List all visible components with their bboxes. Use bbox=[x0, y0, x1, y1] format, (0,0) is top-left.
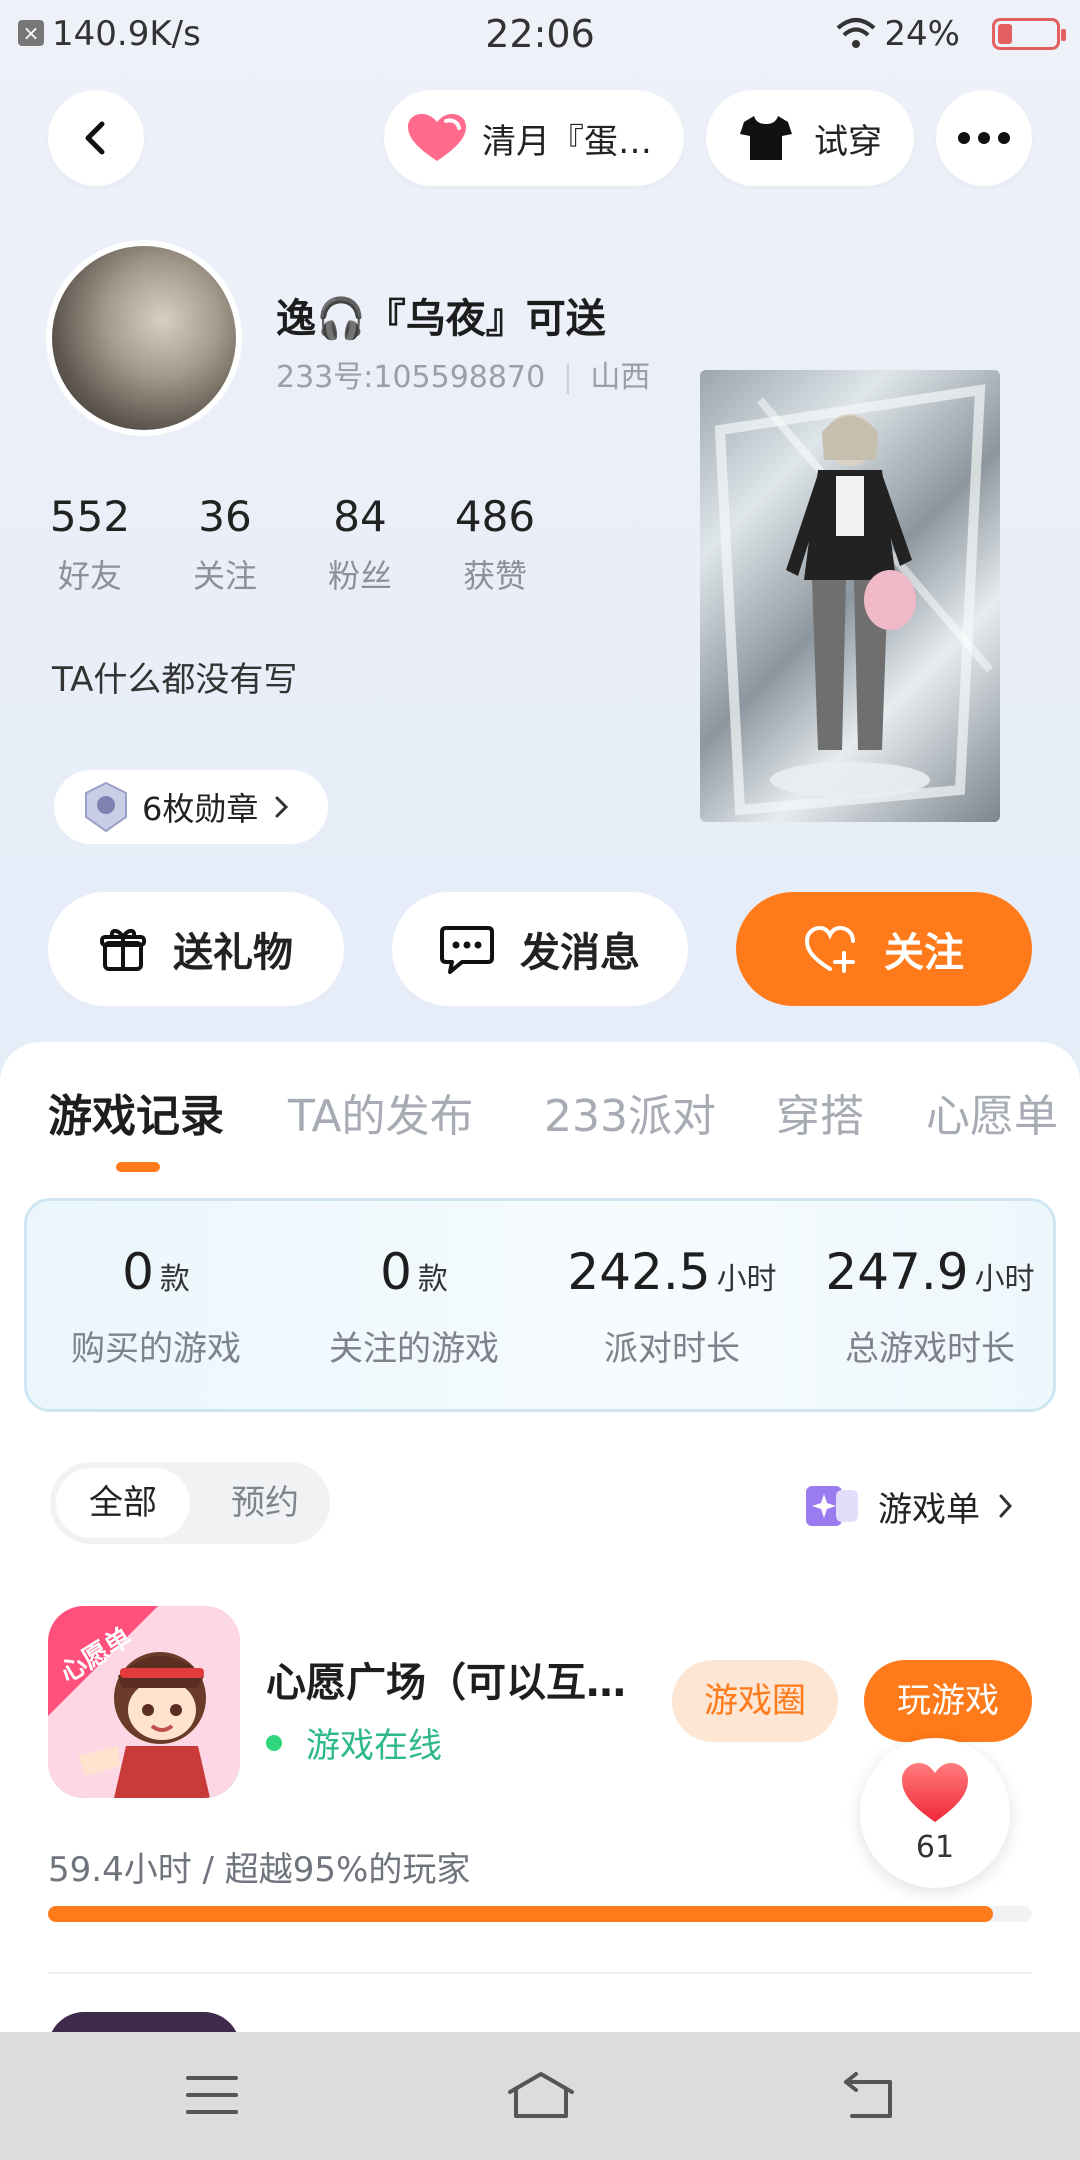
stat-friends[interactable]: 552 好友 bbox=[30, 492, 150, 597]
stat-likes[interactable]: 486 获赞 bbox=[435, 492, 555, 597]
sparkle-icon bbox=[806, 1486, 858, 1526]
user-id: 233号:105598870 bbox=[276, 360, 546, 395]
system-nav-bar bbox=[0, 2032, 1080, 2160]
couple-name: 清月『蛋… bbox=[482, 121, 652, 162]
chevron-right-icon bbox=[999, 1494, 1013, 1518]
online-label: 游戏在线 bbox=[306, 1726, 442, 1766]
stat-bought-games[interactable]: 0款 购买的游戏 bbox=[27, 1243, 285, 1370]
send-message-label: 发消息 bbox=[520, 930, 640, 976]
stat-label: 购买的游戏 bbox=[71, 1329, 241, 1369]
filter-all[interactable]: 全部 bbox=[56, 1468, 190, 1538]
follow-label: 关注 bbox=[884, 930, 964, 976]
battery-percent: 24% bbox=[884, 14, 960, 54]
stat-label: 好友 bbox=[57, 557, 122, 595]
stat-value: 0 bbox=[122, 1243, 154, 1301]
username: 逸🎧『乌夜』可送 bbox=[276, 296, 606, 342]
couple-pill-button[interactable]: 清月『蛋… bbox=[384, 90, 684, 186]
tab-party[interactable]: 233派对 bbox=[544, 1080, 716, 1144]
filter-segment: 全部 预约 bbox=[50, 1462, 330, 1544]
try-on-label: 试穿 bbox=[814, 121, 882, 162]
chevron-left-icon bbox=[85, 121, 105, 155]
heart-icon bbox=[902, 1763, 968, 1822]
stat-party-time[interactable]: 242.5 小时 派对时长 bbox=[543, 1243, 801, 1370]
home-icon[interactable] bbox=[506, 2070, 576, 2120]
game-stats-box: 0款 购买的游戏 0款 关注的游戏 242.5 小时 派对时长 247.9 小时 总… bbox=[24, 1198, 1056, 1412]
badges-button[interactable]: 6枚勋章 bbox=[54, 770, 328, 844]
status-bar: × 140.9K/s 22:06 24% bbox=[0, 0, 1080, 70]
user-id-region: 233号:105598870 | 山西 bbox=[276, 360, 651, 395]
stat-label: 派对时长 bbox=[604, 1329, 740, 1369]
follow-button[interactable]: 关注 bbox=[736, 892, 1032, 1006]
battery-icon bbox=[992, 18, 1066, 50]
stat-number: 552 bbox=[49, 492, 131, 541]
stat-label: 获赞 bbox=[462, 557, 527, 595]
playtime-progress-fill bbox=[48, 1906, 993, 1922]
stat-value: 247.9 bbox=[825, 1243, 969, 1301]
stat-value: 0 bbox=[380, 1243, 412, 1301]
stat-unit: 小时 bbox=[974, 1262, 1035, 1297]
heart-icon bbox=[408, 114, 466, 161]
stat-number: 36 bbox=[198, 492, 252, 541]
game-icon[interactable]: 心愿单 bbox=[48, 1606, 240, 1798]
online-dot-icon bbox=[266, 1734, 282, 1751]
stat-unit: 款 bbox=[417, 1262, 448, 1297]
back-button[interactable] bbox=[48, 90, 144, 186]
tshirt-icon bbox=[740, 116, 792, 160]
send-message-button[interactable]: 发消息 bbox=[392, 892, 688, 1006]
stat-unit: 款 bbox=[159, 1262, 190, 1297]
menu-icon[interactable] bbox=[186, 2074, 238, 2116]
medal-icon bbox=[85, 781, 127, 833]
game-icon-art: 心愿单 bbox=[48, 1606, 240, 1798]
list-divider bbox=[48, 1972, 1032, 1974]
like-floating-button[interactable]: 61 bbox=[860, 1738, 1010, 1888]
message-icon bbox=[440, 926, 494, 974]
stat-number: 84 bbox=[333, 492, 387, 541]
playtime-text: 59.4小时 / 超越95%的玩家 bbox=[48, 1850, 471, 1890]
stat-value: 242.5 bbox=[567, 1243, 711, 1301]
game-title[interactable]: 心愿广场（可以互… bbox=[266, 1650, 626, 1708]
bio: TA什么都没有写 bbox=[52, 660, 298, 700]
gift-icon bbox=[100, 929, 146, 971]
tab-wishlist[interactable]: 心愿单 bbox=[926, 1080, 1058, 1144]
send-gift-label: 送礼物 bbox=[173, 930, 293, 976]
try-on-button[interactable]: 试穿 bbox=[706, 90, 914, 186]
character-figure bbox=[714, 384, 994, 816]
avatar-3d-preview[interactable] bbox=[700, 370, 1000, 822]
game-circle-button[interactable]: 游戏圈 bbox=[672, 1660, 838, 1742]
play-game-button[interactable]: 玩游戏 bbox=[864, 1660, 1032, 1742]
stat-total-time[interactable]: 247.9 小时 总游戏时长 bbox=[801, 1243, 1059, 1370]
stat-unit: 小时 bbox=[716, 1262, 777, 1297]
back-nav-icon[interactable] bbox=[842, 2070, 896, 2120]
avatar[interactable] bbox=[46, 240, 242, 436]
stat-label: 粉丝 bbox=[327, 557, 392, 595]
filter-reserve[interactable]: 预约 bbox=[210, 1468, 320, 1538]
region: 山西 bbox=[590, 360, 651, 395]
more-dots-icon bbox=[958, 132, 1010, 144]
stat-number: 486 bbox=[454, 492, 536, 541]
stat-fans[interactable]: 84 粉丝 bbox=[300, 492, 420, 597]
wifi-icon bbox=[836, 18, 876, 48]
tab-posts[interactable]: TA的发布 bbox=[288, 1080, 474, 1144]
game-list-link[interactable]: 游戏单 bbox=[806, 1476, 1014, 1536]
playtime-progress bbox=[48, 1906, 1032, 1922]
game-online-status: 游戏在线 bbox=[266, 1718, 442, 1767]
tab-game-records[interactable]: 游戏记录 bbox=[48, 1080, 224, 1144]
tab-indicator bbox=[116, 1162, 160, 1172]
stat-label: 关注 bbox=[192, 557, 257, 595]
badges-label: 6枚勋章 bbox=[142, 790, 259, 828]
chevron-right-icon bbox=[275, 796, 289, 818]
stat-label: 关注的游戏 bbox=[329, 1329, 499, 1369]
tab-outfits[interactable]: 穿搭 bbox=[776, 1080, 864, 1144]
tab-bar: 游戏记录 TA的发布 233派对 穿搭 心愿单 bbox=[0, 1080, 1080, 1160]
send-gift-button[interactable]: 送礼物 bbox=[48, 892, 344, 1006]
like-count: 61 bbox=[915, 1830, 955, 1865]
game-list-label: 游戏单 bbox=[878, 1489, 980, 1530]
more-button[interactable] bbox=[936, 90, 1032, 186]
heart-plus-icon bbox=[804, 925, 855, 973]
stat-label: 总游戏时长 bbox=[845, 1329, 1015, 1369]
stat-followed-games[interactable]: 0款 关注的游戏 bbox=[285, 1243, 543, 1370]
stat-following[interactable]: 36 关注 bbox=[165, 492, 285, 597]
